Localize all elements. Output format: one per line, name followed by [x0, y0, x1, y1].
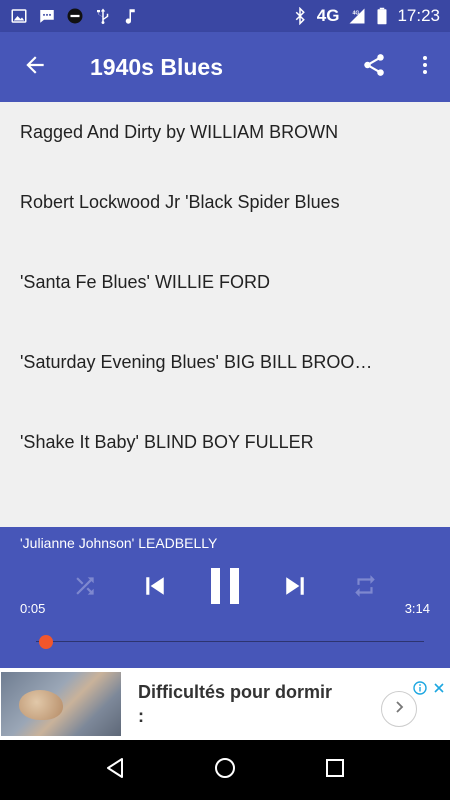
- shuffle-button[interactable]: [68, 571, 102, 605]
- network-type: 4G: [316, 6, 340, 25]
- track-list: Ragged And Dirty by WILLIAM BROWN Robert…: [0, 102, 450, 527]
- back-triangle-icon: [103, 756, 127, 785]
- nav-recents-button[interactable]: [305, 740, 365, 800]
- battery-icon: [375, 7, 389, 25]
- player-panel: 'Julianne Johnson' LEADBELLY 0:05 3:14: [0, 527, 450, 668]
- page-title: 1940s Blues: [90, 53, 223, 80]
- signal-icon: 4G: [347, 7, 367, 25]
- ad-headline[interactable]: Difficultés pour dormir :: [138, 680, 338, 728]
- track-title: Robert Lockwood Jr 'Black Spider Blues: [20, 191, 340, 212]
- recents-square-icon: [324, 757, 346, 784]
- track-list-item[interactable]: 'Santa Fe Blues' WILLIE FORD: [0, 242, 450, 322]
- next-button[interactable]: [276, 569, 314, 607]
- track-list-item[interactable]: 'Shake It Baby' BLIND BOY FULLER: [0, 402, 450, 482]
- back-button[interactable]: [0, 32, 70, 102]
- track-list-item[interactable]: 'Saturday Evening Blues' BIG BILL BROO…: [0, 322, 450, 402]
- message-icon: [38, 7, 56, 25]
- app-badge-icon: [66, 7, 84, 25]
- seek-thumb[interactable]: [39, 635, 54, 649]
- share-button[interactable]: [348, 32, 400, 102]
- duration-time: 3:14: [404, 601, 430, 616]
- ad-info-icon[interactable]: [413, 681, 427, 700]
- bluetooth-icon: [291, 7, 309, 25]
- ad-open-button[interactable]: [381, 691, 417, 727]
- track-title: Ragged And Dirty by WILLIAM BROWN: [20, 121, 339, 142]
- app-actions: [348, 32, 450, 102]
- status-left-icons: [10, 7, 140, 25]
- skip-next-icon: [280, 571, 310, 606]
- repeat-button[interactable]: [348, 571, 382, 605]
- ad-close-icon[interactable]: [432, 681, 446, 700]
- chevron-right-icon: [391, 699, 407, 720]
- status-bar: 4G 4G 17:23: [0, 0, 450, 32]
- navigation-bar: [0, 740, 450, 800]
- network-small-label: 4G: [353, 11, 360, 17]
- more-options-button[interactable]: [400, 32, 450, 102]
- nav-home-button[interactable]: [195, 740, 255, 800]
- music-note-icon: [122, 7, 140, 25]
- skip-previous-icon: [140, 571, 170, 606]
- share-icon: [361, 52, 387, 83]
- app-bar: 1940s Blues: [0, 32, 450, 102]
- track-title: 'Shake It Baby' BLIND BOY FULLER: [20, 431, 314, 452]
- home-circle-icon: [213, 756, 237, 785]
- status-right-icons: 4G 4G 17:23: [291, 6, 440, 26]
- track-title: 'Santa Fe Blues' WILLIE FORD: [20, 271, 270, 292]
- clock: 17:23: [397, 6, 440, 25]
- track-list-item[interactable]: Robert Lockwood Jr 'Black Spider Blues: [0, 162, 450, 242]
- track-list-item[interactable]: Ragged And Dirty by WILLIAM BROWN: [0, 102, 450, 162]
- nav-back-button[interactable]: [85, 740, 145, 800]
- seek-bar[interactable]: [36, 641, 424, 642]
- shuffle-icon: [72, 573, 98, 604]
- now-playing-title: 'Julianne Johnson' LEADBELLY: [20, 535, 218, 551]
- track-title: 'Saturday Evening Blues' BIG BILL BROO…: [20, 351, 373, 372]
- back-arrow-icon: [22, 52, 48, 83]
- elapsed-time: 0:05: [20, 601, 46, 616]
- repeat-icon: [352, 573, 378, 604]
- more-vert-icon: [413, 53, 437, 82]
- usb-icon: [94, 7, 112, 25]
- previous-button[interactable]: [136, 569, 174, 607]
- image-icon: [10, 7, 28, 25]
- pause-button[interactable]: [202, 565, 248, 611]
- ad-image[interactable]: [1, 672, 121, 736]
- pause-icon: [207, 566, 243, 611]
